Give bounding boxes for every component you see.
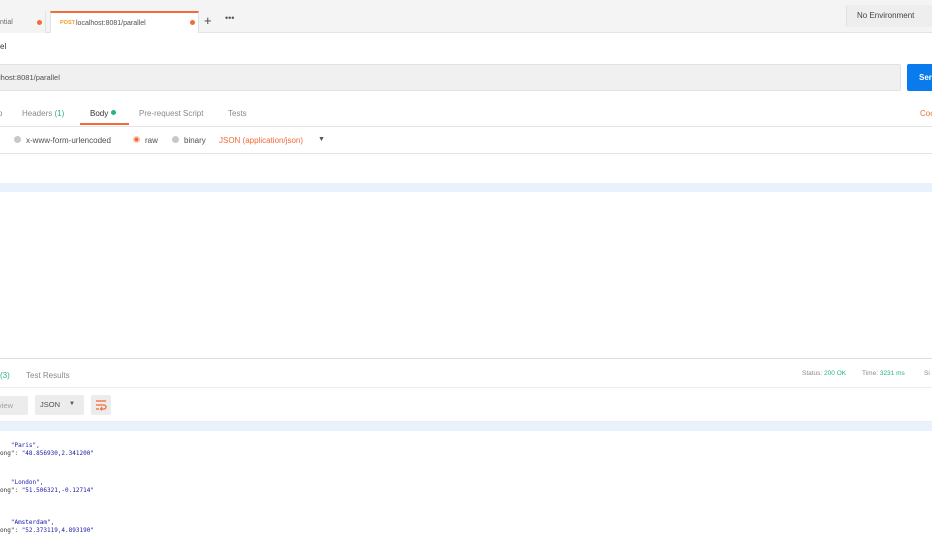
response-line: ong": "52.373119,4.893190" [0, 527, 94, 534]
tab-strip: ntial POST localhost:8081/parallel + •••… [0, 0, 932, 33]
tab-prerequest-script[interactable]: Pre-request Script [139, 109, 203, 118]
urlencoded-label: x-www-form-urlencoded [26, 136, 111, 145]
time-readout: Time: 3231 ms [862, 370, 905, 377]
response-active-line [0, 422, 932, 431]
environment-select[interactable]: No Environment [846, 5, 932, 27]
format-select[interactable]: JSON [35, 395, 84, 415]
request-name[interactable]: el [0, 42, 6, 51]
code-link[interactable]: Coo [920, 109, 932, 118]
tab-body[interactable]: Body [90, 109, 117, 118]
key-text: ong": [0, 487, 22, 494]
unsaved-dot-icon [37, 20, 42, 25]
raw-label: raw [145, 136, 158, 145]
status-value: 200 OK [824, 370, 847, 377]
content-type-select[interactable]: JSON (application/json) [219, 136, 303, 145]
tab-authorization[interactable]: o [0, 109, 2, 118]
radio-urlencoded[interactable] [14, 136, 21, 143]
response-line: "Amsterdam", [0, 519, 54, 526]
request-tab-active[interactable]: POST localhost:8081/parallel [50, 11, 199, 33]
status-label: Status: [802, 370, 823, 377]
editor-active-line[interactable] [0, 183, 932, 192]
new-tab-button[interactable]: + [204, 14, 212, 27]
unsaved-dot-icon [190, 20, 195, 25]
city-value: "Amsterdam", [10, 519, 55, 526]
key-text: ong": [0, 450, 22, 457]
size-readout: Si [924, 370, 930, 377]
chevron-down-icon[interactable]: ▼ [69, 401, 75, 407]
more-tabs-icon[interactable]: ••• [225, 13, 234, 23]
chevron-down-icon[interactable]: ▼ [318, 136, 325, 143]
request-tab-method: POST [60, 20, 75, 26]
tab-headers-count: (1) [54, 109, 65, 118]
response-line: "Paris", [0, 442, 40, 449]
latlong-value: "51.506321,-0.12714" [21, 487, 94, 494]
time-label: Time: [862, 370, 879, 377]
key-text: ong": [0, 527, 22, 534]
tab-headers[interactable]: Headers (1) [22, 109, 64, 118]
body-options: x-www-form-urlencoded raw binary JSON (a… [0, 127, 932, 154]
request-tab-previous[interactable]: ntial [0, 11, 46, 33]
response-header: (3) Test Results Status: 200 OK Time: 32… [0, 358, 932, 388]
time-value: 3231 ms [879, 370, 905, 377]
body-active-dot-icon [111, 110, 117, 115]
response-toolbar: view JSON ▼ [0, 389, 932, 422]
wrap-lines-icon [96, 400, 107, 411]
response-tab-headers[interactable]: (3) [0, 371, 10, 380]
tab-tests[interactable]: Tests [228, 109, 247, 118]
latlong-value: "52.373119,4.893190" [21, 527, 94, 534]
radio-binary[interactable] [172, 136, 179, 143]
status-readout: Status: 200 OK [802, 370, 846, 377]
request-tab-label: ntial [0, 19, 13, 26]
response-line: "London", [0, 479, 44, 486]
radio-raw[interactable] [133, 136, 140, 143]
response-line: ong": "48.856930,2.341200" [0, 450, 94, 457]
latlong-value: "48.856930,2.341200" [21, 450, 94, 457]
url-input[interactable] [0, 64, 901, 91]
response-headers-count: (3) [0, 371, 10, 380]
city-value: "Paris", [10, 442, 40, 449]
request-tabs: o Headers (1) Body Pre-request Script Te… [0, 98, 932, 127]
response-line: ong": "51.506321,-0.12714" [0, 487, 94, 494]
response-tab-test-results[interactable]: Test Results [26, 371, 70, 380]
wrap-lines-button[interactable] [91, 395, 111, 415]
tab-headers-label: Headers [22, 109, 53, 118]
send-button[interactable]: Ser [907, 64, 932, 91]
tab-body-label: Body [90, 109, 109, 118]
request-tab-label: localhost:8081/parallel [76, 20, 146, 27]
city-value: "London", [10, 479, 44, 486]
binary-label: binary [184, 136, 206, 145]
preview-button[interactable]: view [0, 396, 28, 415]
active-tab-underline [80, 123, 129, 125]
